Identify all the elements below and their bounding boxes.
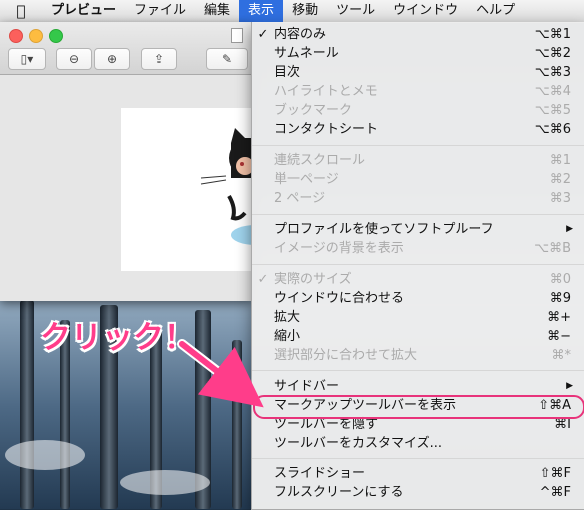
annotation-arrow-icon — [177, 339, 264, 408]
click-callout: クリック！ — [40, 320, 195, 356]
